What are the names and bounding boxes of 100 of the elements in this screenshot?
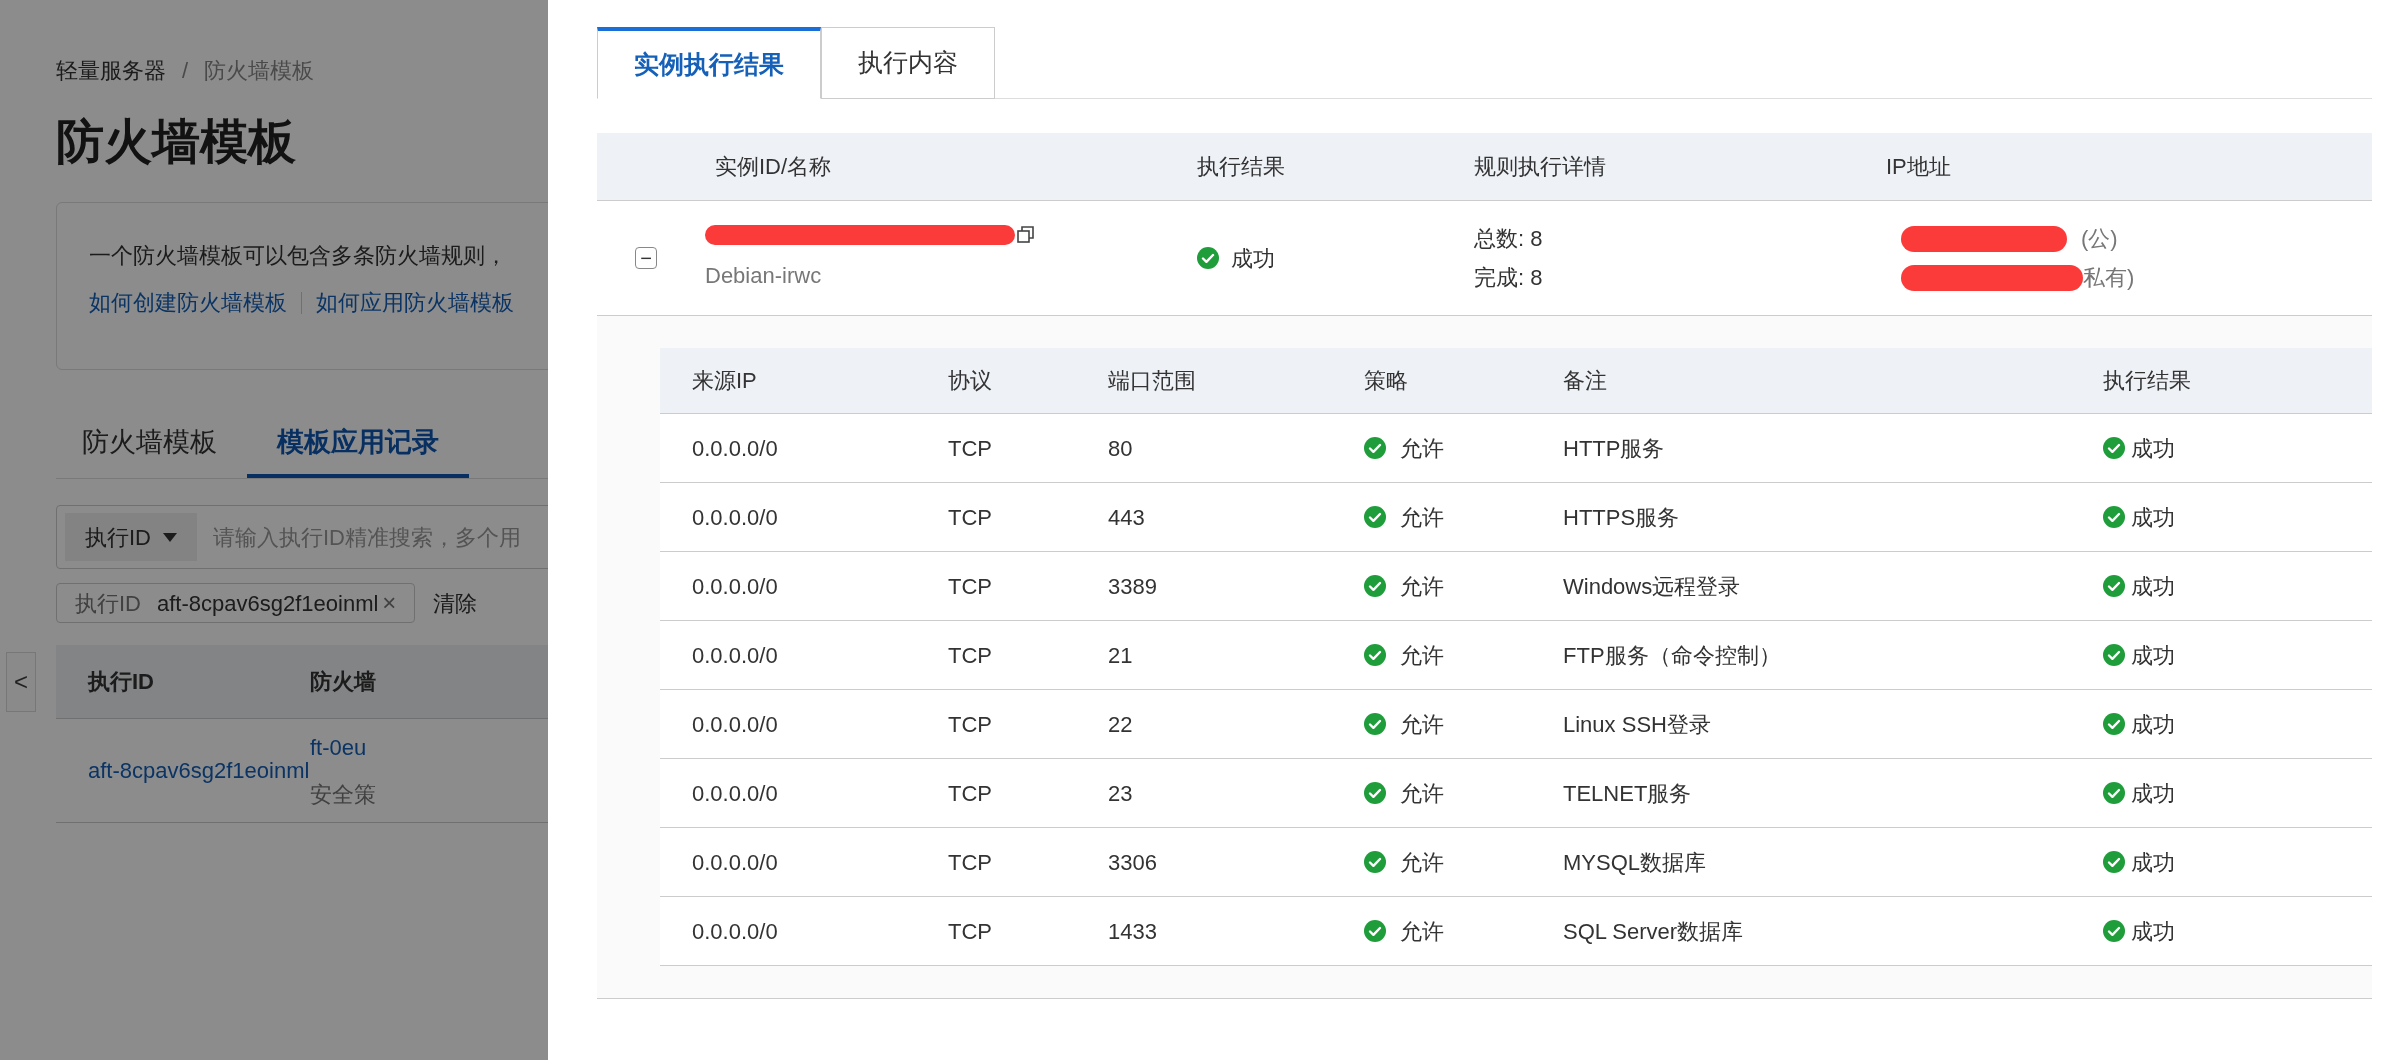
success-icon [2103, 713, 2125, 735]
column-header: 规则执行详情 [1474, 153, 1607, 181]
status-text: 成功 [2131, 503, 2175, 532]
column-header: 实例ID/名称 [714, 153, 833, 181]
table-cell-text: HTTPS服务 [1563, 503, 1681, 532]
status-text: 成功 [2131, 641, 2175, 670]
clear-filter-link[interactable]: 清除 [433, 586, 478, 620]
breadcrumb-separator: / [182, 56, 189, 85]
breadcrumb-item[interactable]: 轻量服务器 [56, 53, 166, 87]
status-text: 允许 [1400, 572, 1444, 601]
filter-value: aft-8cpav6sg2f1eoinml [157, 589, 379, 618]
success-icon [1364, 575, 1386, 597]
success-icon [2103, 437, 2125, 459]
info-text: 一个防火墙模板可以包含多条防火墙规则， [89, 242, 508, 270]
success-icon [2103, 575, 2125, 597]
table-cell-text: TCP [948, 434, 993, 463]
instance-name: Debian-irwc [705, 261, 823, 290]
table-cell-text: SQL Server数据库 [1563, 917, 1745, 946]
success-icon [1364, 782, 1386, 804]
filter-key: 执行ID [75, 586, 141, 620]
status-text: 成功 [2131, 710, 2175, 739]
success-icon [2103, 920, 2125, 942]
detail-text: 完成: 8 [1474, 264, 1544, 292]
table-cell-text: TCP [948, 917, 993, 946]
success-icon [1364, 437, 1386, 459]
table-cell-text: TCP [948, 848, 993, 877]
table-cell-text: TELNET服务 [1563, 779, 1693, 808]
record-link[interactable]: aft-8cpav6sg2f1eoinml [56, 754, 310, 787]
copy-icon[interactable] [1017, 225, 1035, 244]
table-cell-text: HTTP服务 [1563, 434, 1666, 463]
column-header: 备注 [1563, 367, 1608, 395]
tab[interactable]: 防火墙模板 [56, 410, 247, 478]
status-text: 成功 [2131, 572, 2175, 601]
success-icon [2103, 851, 2125, 873]
success-icon [1364, 920, 1386, 942]
status-text: 成功 [2131, 917, 2175, 946]
table-cell-text: Windows远程登录 [1563, 572, 1742, 601]
status-text: 允许 [1400, 434, 1444, 463]
table-cell-text: 安全策 [310, 780, 376, 809]
status-text: 允许 [1400, 779, 1444, 808]
column-header: 协议 [948, 367, 993, 395]
table-cell-text: 0.0.0.0/0 [691, 572, 779, 601]
table-cell-text: 0.0.0.0/0 [691, 434, 779, 463]
status-text: 允许 [1400, 503, 1444, 532]
table-cell-text: 0.0.0.0/0 [691, 779, 779, 808]
success-icon [1364, 644, 1386, 666]
search-field[interactable]: 执行ID 请输入执行ID精准搜索，多个用 [56, 505, 548, 569]
success-icon [2103, 506, 2125, 528]
column-header: 防火墙 [310, 668, 377, 696]
table-cell-text: TCP [948, 503, 993, 532]
breadcrumb-item[interactable]: 防火墙模板 [204, 53, 315, 87]
column-header: 来源IP [691, 367, 758, 395]
collapse-button[interactable]: < [6, 652, 36, 712]
table-cell-text: TCP [948, 779, 993, 808]
column-header: 执行结果 [1197, 153, 1286, 181]
status-text: 允许 [1400, 848, 1444, 877]
column-header: IP地址 [1886, 153, 1952, 181]
collapse-toggle[interactable]: − [635, 247, 657, 269]
status-text: 成功 [2131, 848, 2175, 877]
table-cell-text: 1433 [1108, 917, 1158, 946]
table-cell-text: Linux SSH登录 [1563, 710, 1712, 739]
field-selector[interactable]: 执行ID [65, 513, 197, 561]
table-cell-text: 0.0.0.0/0 [691, 641, 779, 670]
table-cell-text: FTP服务（命令控制） [1563, 641, 1782, 670]
ip-label: 私有) [2083, 264, 2135, 292]
detail-text: 总数: 8 [1474, 225, 1544, 253]
success-icon [1364, 851, 1386, 873]
success-icon [1197, 247, 1219, 269]
column-header: 策略 [1364, 367, 1409, 395]
success-icon [1364, 713, 1386, 735]
table-cell-text: TCP [948, 572, 993, 601]
success-icon [2103, 644, 2125, 666]
column-header: 执行结果 [2103, 367, 2192, 395]
table-cell-text: 0.0.0.0/0 [691, 710, 779, 739]
table-cell-text: 21 [1108, 641, 1134, 670]
table-cell-text: 80 [1108, 434, 1134, 463]
table-cell-text: 0.0.0.0/0 [691, 917, 779, 946]
tab[interactable]: 执行内容 [821, 27, 995, 99]
table-cell-text: TCP [948, 641, 993, 670]
close-button[interactable]: × [382, 585, 397, 621]
table-cell-text: 23 [1108, 779, 1134, 808]
success-icon [2103, 782, 2125, 804]
template-link[interactable]: ft-0eu [310, 730, 376, 764]
success-icon [1364, 506, 1386, 528]
ip-label: (公) [2081, 225, 2118, 253]
tab[interactable]: 实例执行结果 [597, 27, 821, 99]
status-text: 成功 [2131, 779, 2175, 808]
tab[interactable]: 模板应用记录 [247, 410, 469, 478]
table-cell-text: 0.0.0.0/0 [691, 503, 779, 532]
table-cell-text: 3306 [1108, 848, 1158, 877]
status-text: 成功 [2131, 434, 2175, 463]
status-text: 允许 [1400, 641, 1444, 670]
column-header: 执行ID [86, 668, 155, 696]
table-cell-text: MYSQL数据库 [1563, 848, 1708, 877]
table-cell-text: 3389 [1108, 572, 1158, 601]
table-cell-text: 0.0.0.0/0 [691, 848, 779, 877]
help-link[interactable]: 如何创建防火墙模板 [89, 286, 287, 319]
table-cell-text: 22 [1108, 710, 1134, 739]
status-text: 允许 [1400, 917, 1444, 946]
help-link[interactable]: 如何应用防火墙模板 [316, 286, 514, 319]
